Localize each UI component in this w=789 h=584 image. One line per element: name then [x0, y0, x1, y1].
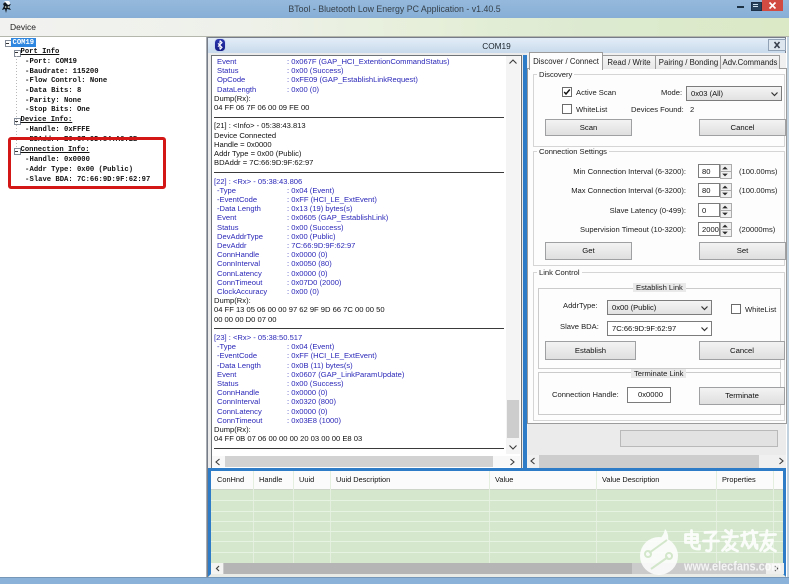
svg-text:www.elecfans.com: www.elecfans.com [683, 559, 781, 574]
